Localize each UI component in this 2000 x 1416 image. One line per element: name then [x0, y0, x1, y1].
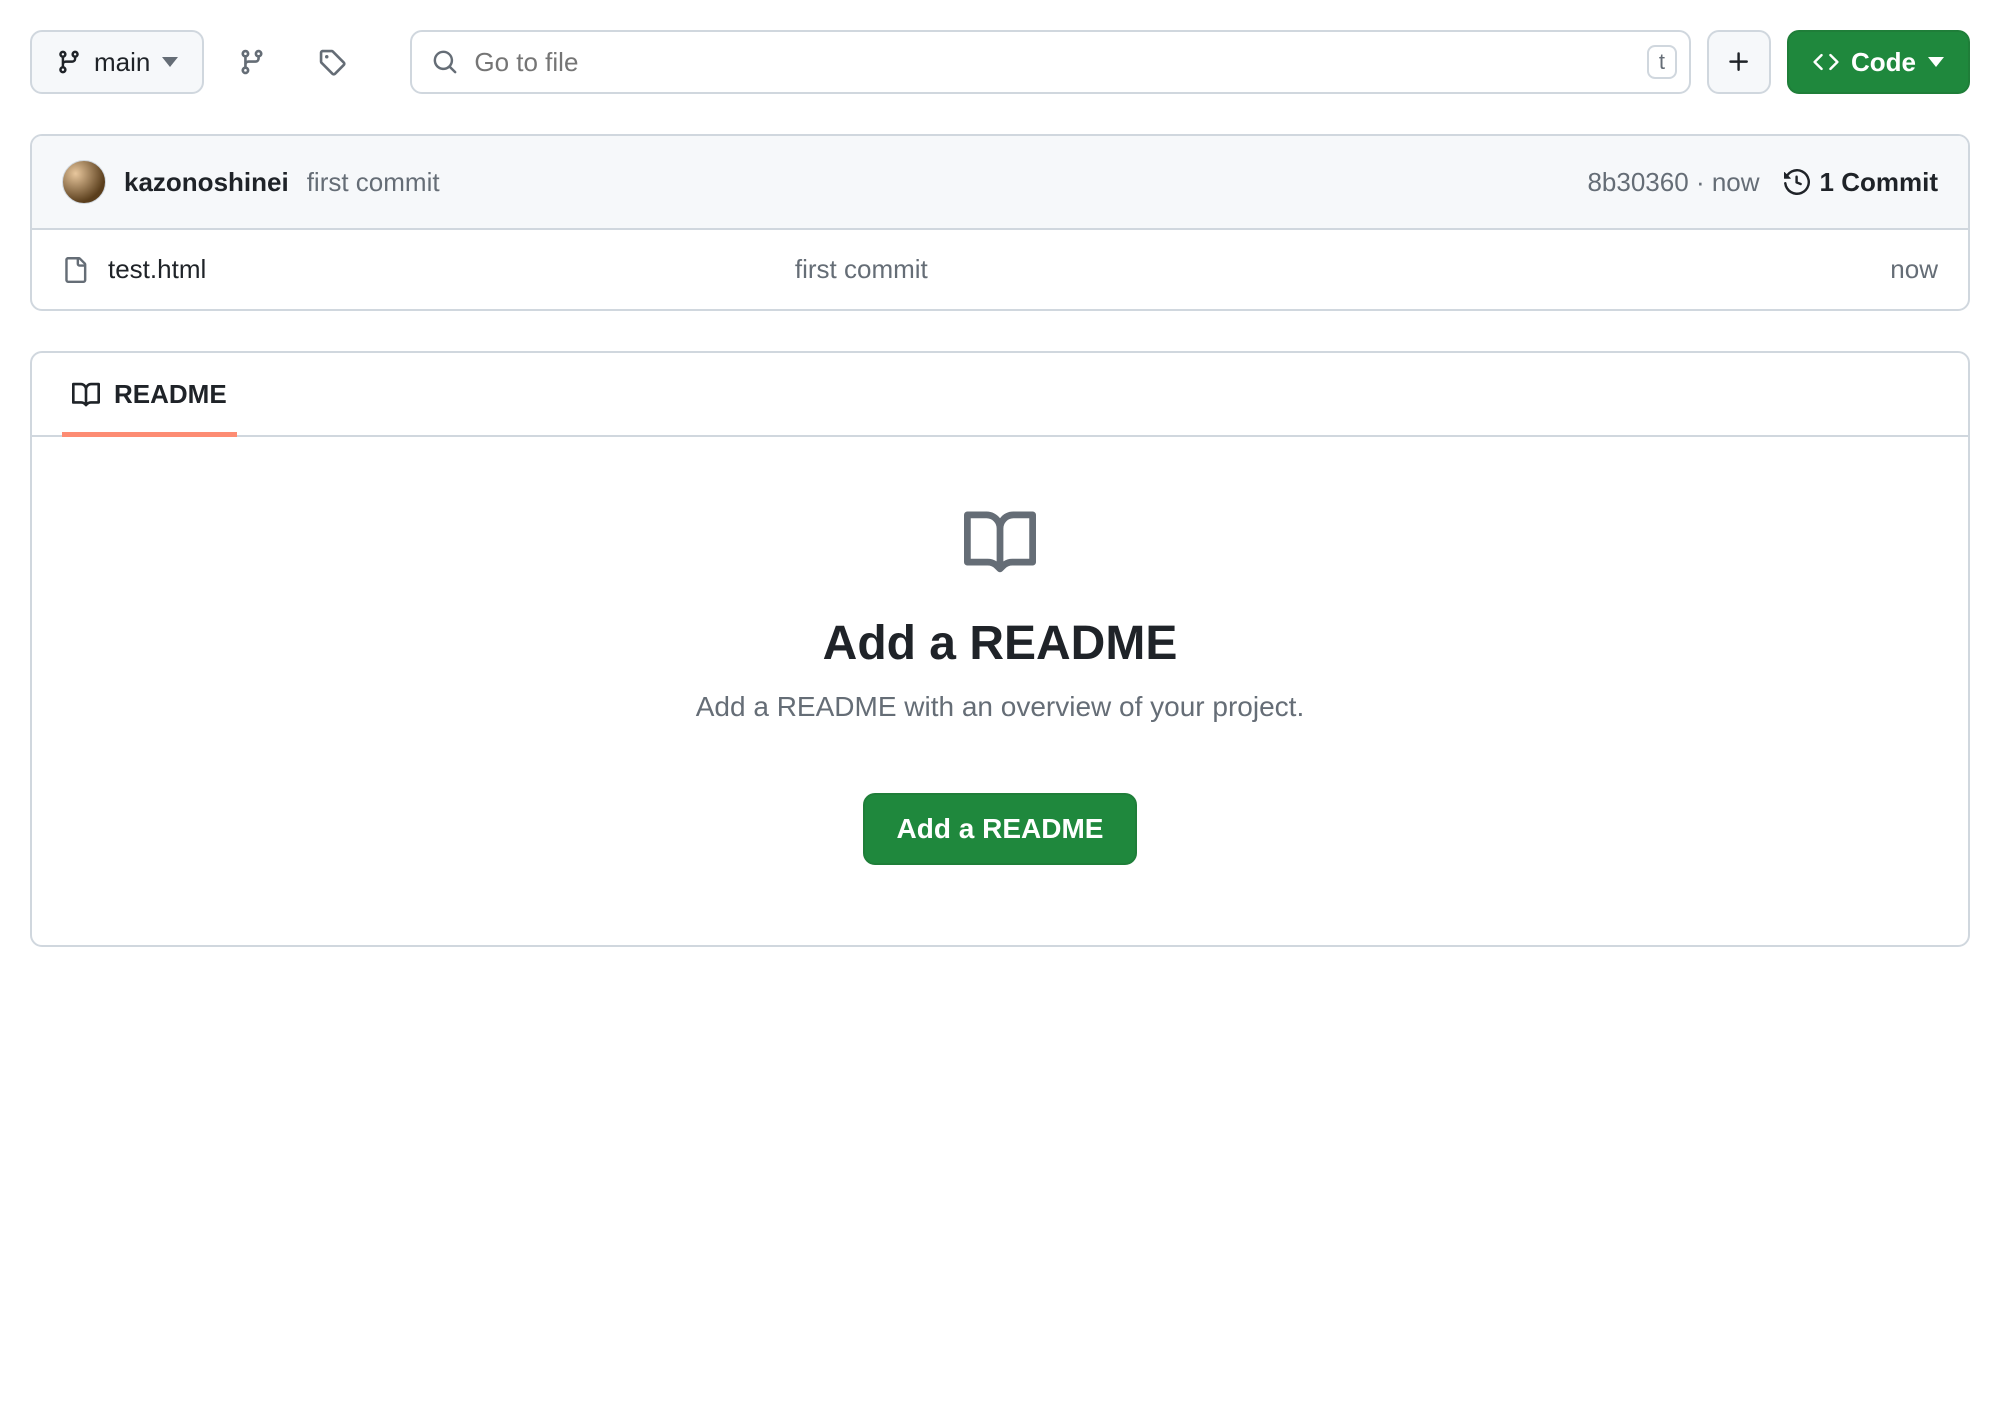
code-button[interactable]: Code: [1787, 30, 1970, 94]
dot-separator: ·: [1696, 167, 1712, 197]
branch-label: main: [94, 47, 150, 78]
chevron-down-icon: [1928, 57, 1944, 67]
branch-icon: [56, 49, 82, 75]
search-kbd-hint: t: [1647, 45, 1677, 79]
commits-link[interactable]: 1 Commit: [1784, 167, 1938, 198]
repo-toolbar: main t Code: [30, 30, 1970, 94]
add-readme-button[interactable]: Add a README: [863, 793, 1138, 865]
tags-button[interactable]: [300, 30, 364, 94]
commit-meta: 8b30360 · now 1 Commit: [1587, 167, 1938, 198]
commit-sha[interactable]: 8b30360: [1587, 167, 1688, 197]
readme-tabs: README: [32, 353, 1968, 437]
readme-empty-body: Add a README Add a README with an overvi…: [32, 437, 1968, 945]
tab-readme-label: README: [114, 379, 227, 410]
readme-panel: README Add a README Add a README with an…: [30, 351, 1970, 947]
tab-readme[interactable]: README: [62, 353, 237, 437]
file-commit-message[interactable]: first commit: [795, 254, 1870, 285]
history-icon: [1784, 169, 1810, 195]
file-search[interactable]: t: [410, 30, 1691, 94]
branch-picker-button[interactable]: main: [30, 30, 204, 94]
search-input[interactable]: [474, 47, 1631, 78]
commit-time: now: [1712, 167, 1760, 197]
book-icon: [72, 381, 100, 409]
avatar[interactable]: [62, 160, 106, 204]
file-name-label[interactable]: test.html: [108, 254, 206, 285]
commit-author[interactable]: kazonoshinei: [124, 167, 289, 198]
file-time: now: [1890, 254, 1938, 285]
tag-icon: [318, 48, 346, 76]
branch-icon: [238, 48, 266, 76]
branches-button[interactable]: [220, 30, 284, 94]
plus-icon: [1726, 49, 1752, 75]
add-file-button[interactable]: [1707, 30, 1771, 94]
book-icon: [964, 507, 1036, 579]
commit-message[interactable]: first commit: [307, 167, 440, 198]
file-row[interactable]: test.html first commit now: [32, 230, 1968, 309]
readme-empty-description: Add a README with an overview of your pr…: [72, 691, 1928, 723]
readme-empty-title: Add a README: [72, 616, 1928, 671]
file-icon: [62, 257, 88, 283]
file-listing-box: kazonoshinei first commit 8b30360 · now …: [30, 134, 1970, 311]
chevron-down-icon: [162, 57, 178, 67]
code-label: Code: [1851, 47, 1916, 78]
code-icon: [1813, 49, 1839, 75]
commit-count-label: 1 Commit: [1820, 167, 1938, 198]
latest-commit-bar[interactable]: kazonoshinei first commit 8b30360 · now …: [32, 136, 1968, 230]
search-icon: [432, 49, 458, 75]
